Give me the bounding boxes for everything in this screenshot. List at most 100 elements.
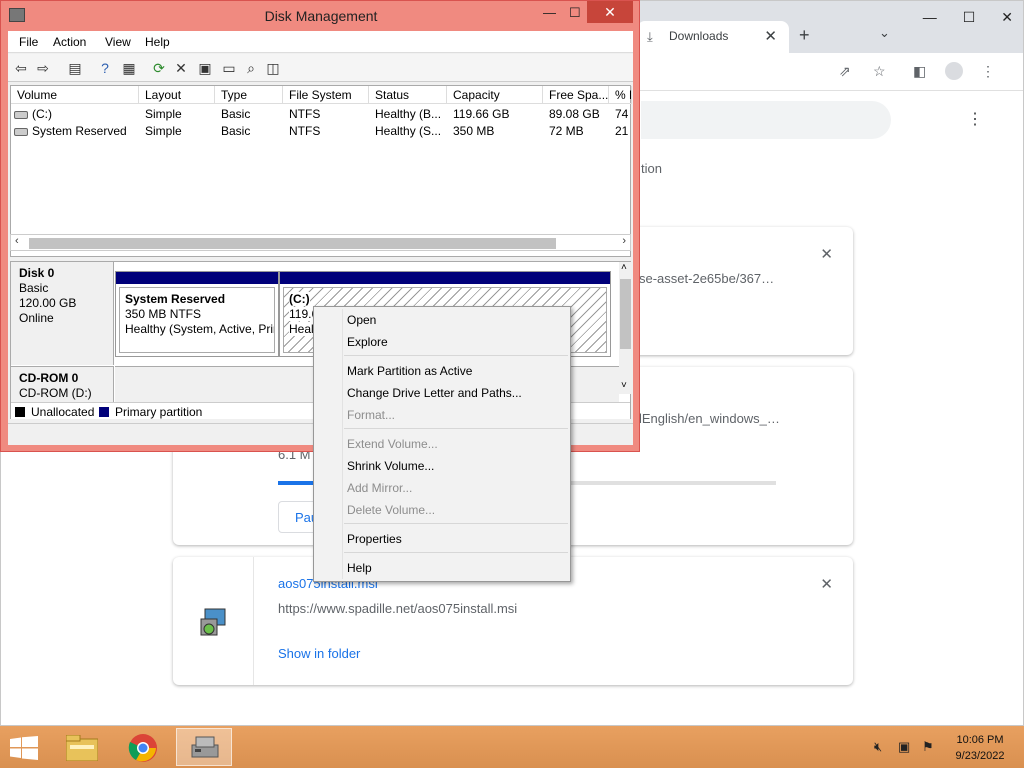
tab-search-icon[interactable]: ⌄ xyxy=(879,25,890,41)
taskbar-disk-management[interactable] xyxy=(176,728,232,766)
volume-list: Volume Layout Type File System Status Ca… xyxy=(10,85,632,257)
partition-system-reserved[interactable]: System Reserved 350 MB NTFS Healthy (Sys… xyxy=(115,271,279,357)
bookmark-star-icon[interactable]: ☆ xyxy=(873,63,886,80)
cdrom-0-label[interactable]: CD-ROM 0 CD-ROM (D:) xyxy=(11,366,114,402)
col-free-space[interactable]: Free Spa... xyxy=(543,86,609,104)
taskbar-file-explorer[interactable] xyxy=(54,728,110,766)
partition-name: (C:) xyxy=(289,292,310,306)
fs-cell: NTFS xyxy=(289,124,321,138)
speaker-muted-icon[interactable]: 🔇︎ xyxy=(874,739,882,755)
status-cell: Healthy (S... xyxy=(375,124,442,138)
menu-item-delete-volume[interactable]: Delete Volume... xyxy=(347,503,435,517)
menu-help[interactable]: Help xyxy=(145,35,170,49)
col-status[interactable]: Status xyxy=(369,86,447,104)
settings-icon[interactable]: ▣ xyxy=(196,59,214,77)
properties-icon[interactable]: ▦ xyxy=(120,59,138,77)
show-hide-console-icon[interactable]: ▤ xyxy=(66,59,84,77)
chrome-menu-icon[interactable]: ⋮ xyxy=(981,63,995,80)
delete-icon[interactable]: ✕ xyxy=(172,59,190,77)
share-icon[interactable]: ⇗ xyxy=(839,63,851,80)
col-capacity[interactable]: Capacity xyxy=(447,86,543,104)
menu-item-help[interactable]: Help xyxy=(347,561,372,575)
scrollbar-thumb[interactable] xyxy=(29,238,556,249)
minimize-icon[interactable]: — xyxy=(543,5,556,20)
new-tab-button[interactable]: + xyxy=(799,25,810,46)
menu-item-add-mirror[interactable]: Add Mirror... xyxy=(347,481,412,495)
back-icon[interactable]: ⇦ xyxy=(12,59,30,77)
disk-0-name: Disk 0 xyxy=(19,266,55,280)
partition-bar xyxy=(116,272,278,284)
downloads-search-bar[interactable] xyxy=(641,101,891,139)
download-name[interactable]: se-asset-2e65be/367… xyxy=(639,271,774,286)
partition-status: Healthy (System, Active, Prir xyxy=(125,322,275,336)
percent-free-cell: 74 xyxy=(615,107,629,121)
scrollbar-thumb[interactable] xyxy=(620,279,631,349)
drive-icon xyxy=(14,127,28,136)
fs-cell: NTFS xyxy=(289,107,321,121)
menu-view[interactable]: View xyxy=(105,35,131,49)
search-icon[interactable]: ⌕ xyxy=(242,59,260,77)
downloads-more-icon[interactable]: ⋮ xyxy=(967,109,983,129)
menu-item-shrink-volume[interactable]: Shrink Volume... xyxy=(347,459,434,473)
msi-installer-icon xyxy=(200,608,226,636)
menu-file[interactable]: File xyxy=(19,35,38,49)
col-type[interactable]: Type xyxy=(215,86,283,104)
folder-icon xyxy=(66,735,98,761)
menu-item-mark-active[interactable]: Mark Partition as Active xyxy=(347,364,472,378)
open-folder-icon[interactable]: ▭ xyxy=(220,59,238,77)
download-name[interactable]: lEnglish/en_windows_… xyxy=(639,411,780,426)
menu-item-change-drive-letter[interactable]: Change Drive Letter and Paths... xyxy=(347,386,522,400)
menu-action[interactable]: Action xyxy=(53,35,86,49)
menu-item-open[interactable]: Open xyxy=(347,313,376,327)
legend-primary: Primary partition xyxy=(115,405,203,419)
menu-item-format[interactable]: Format... xyxy=(347,408,395,422)
view-icon[interactable]: ◫ xyxy=(264,59,282,77)
action-center-icon[interactable]: ⚑ xyxy=(922,739,934,755)
maximize-icon[interactable]: ☐ xyxy=(569,5,581,21)
refresh-icon[interactable]: ⟳ xyxy=(150,59,168,77)
download-url: https://www.spadille.net/aos075install.m… xyxy=(278,601,518,616)
help-icon[interactable]: ? xyxy=(96,59,114,77)
scroll-left-icon[interactable]: ‹ xyxy=(15,235,19,247)
remove-download-icon[interactable]: ✕ xyxy=(820,245,833,263)
col-file-system[interactable]: File System xyxy=(283,86,369,104)
type-cell: Basic xyxy=(221,124,251,138)
side-panel-icon[interactable]: ◧ xyxy=(913,63,926,80)
windows-start-icon[interactable] xyxy=(10,736,38,760)
minimize-icon[interactable]: — xyxy=(923,9,937,26)
scroll-up-icon[interactable]: ˄ xyxy=(621,262,627,273)
taskbar-chrome[interactable] xyxy=(116,728,172,766)
primary-swatch xyxy=(99,407,109,417)
capacity-cell: 119.66 GB xyxy=(453,107,510,121)
disk-0-label[interactable]: Disk 0 Basic 120.00 GB Online xyxy=(11,262,114,365)
close-button[interactable]: ✕ xyxy=(587,1,633,23)
scroll-down-icon[interactable]: ˅ xyxy=(621,380,627,391)
maximize-icon[interactable]: ☐ xyxy=(963,9,976,26)
col-volume[interactable]: Volume xyxy=(11,86,139,104)
remove-download-icon[interactable]: ✕ xyxy=(820,575,833,593)
scroll-right-icon[interactable]: › xyxy=(622,235,626,247)
tab-close-icon[interactable]: ✕ xyxy=(764,27,777,45)
col-layout[interactable]: Layout xyxy=(139,86,215,104)
page-text-fragment: tion xyxy=(641,161,662,176)
taskbar-clock[interactable]: 10:06 PM 9/23/2022 xyxy=(940,732,1020,764)
network-icon[interactable]: ▣ xyxy=(898,739,910,755)
menu-item-explore[interactable]: Explore xyxy=(347,335,388,349)
profile-avatar[interactable] xyxy=(945,62,963,80)
show-in-folder-link[interactable]: Show in folder xyxy=(278,646,360,661)
tab-downloads[interactable]: ⤓ Downloads ✕ xyxy=(637,21,789,53)
menu-item-properties[interactable]: Properties xyxy=(347,532,402,546)
vertical-scrollbar[interactable]: ˄ ˅ xyxy=(619,262,632,394)
title-bar[interactable]: Disk Management — ☐ ✕ xyxy=(1,1,639,31)
col-percent-free[interactable]: % F xyxy=(609,86,632,104)
free-space-cell: 72 MB xyxy=(549,124,584,138)
menu-gutter xyxy=(342,309,343,579)
close-icon[interactable]: ✕ xyxy=(1001,9,1013,26)
clock-time: 10:06 PM xyxy=(956,734,1004,746)
percent-free-cell: 21 xyxy=(615,124,629,138)
horizontal-scrollbar[interactable]: ‹ › xyxy=(10,234,631,251)
forward-icon[interactable]: ⇨ xyxy=(34,59,52,77)
card-divider xyxy=(253,557,254,685)
menu-item-extend-volume[interactable]: Extend Volume... xyxy=(347,437,438,451)
partition-name: System Reserved xyxy=(125,292,226,306)
